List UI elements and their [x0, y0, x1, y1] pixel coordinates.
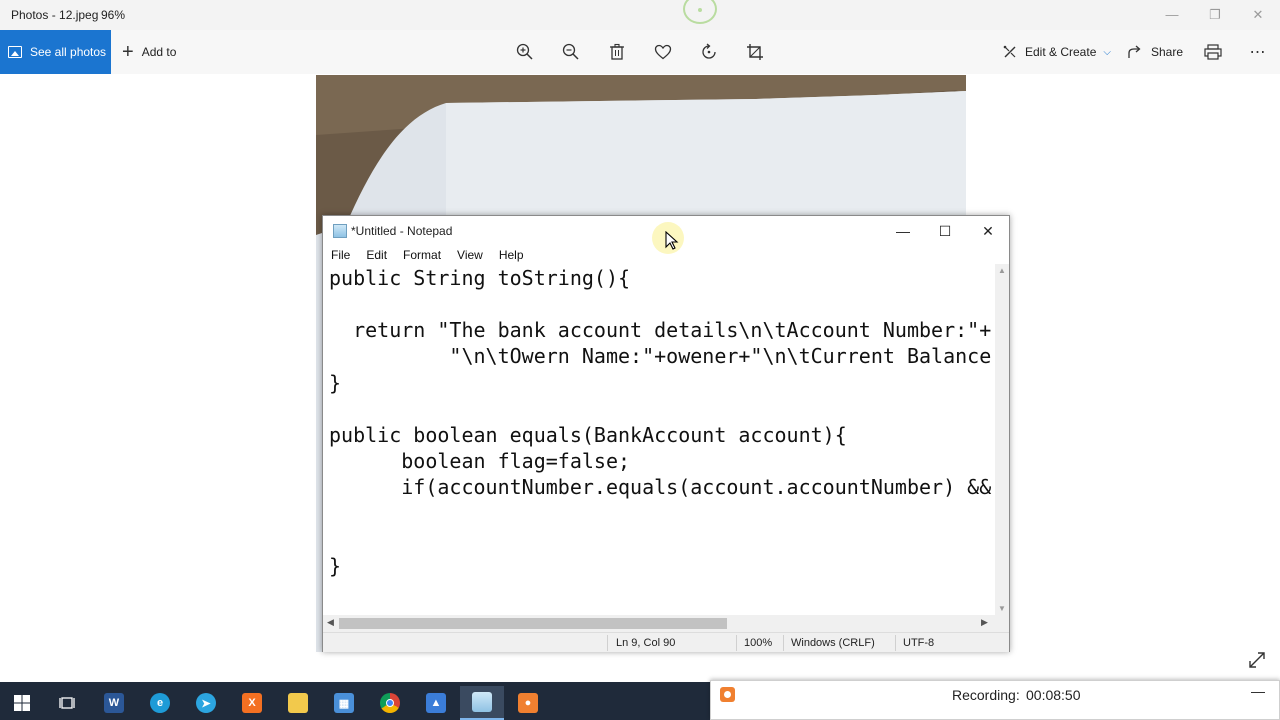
rotate-icon[interactable]: [698, 42, 720, 62]
taskbar-file-explorer[interactable]: [276, 686, 320, 720]
taskbar-notepad[interactable]: [460, 686, 504, 720]
store-icon: ▦: [334, 693, 354, 713]
zoom-out-icon[interactable]: [560, 42, 582, 62]
close-button[interactable]: ✕: [1238, 4, 1278, 26]
edit-create-label: Edit & Create: [1025, 45, 1097, 59]
recording-time: 00:08:50: [1026, 687, 1081, 703]
status-divider: [783, 635, 784, 651]
scroll-corner: [995, 615, 1009, 632]
taskbar-xampp[interactable]: X: [230, 686, 274, 720]
cursor-highlight-icon: [683, 0, 717, 24]
scroll-up-icon[interactable]: ▲: [998, 266, 1006, 275]
scroll-right-icon[interactable]: ▶: [981, 617, 988, 628]
taskbar-photos[interactable]: ▲: [414, 686, 458, 720]
xampp-icon: X: [242, 693, 262, 713]
status-divider: [736, 635, 737, 651]
recording-panel: Recording: 00:08:50 —: [710, 680, 1280, 720]
code-line: if(accountNumber.equals(account.accountN…: [329, 475, 992, 499]
code-line: public boolean equals(BankAccount accoun…: [329, 423, 847, 447]
notepad-minimize-button[interactable]: —: [883, 220, 923, 242]
recording-label: Recording:: [952, 687, 1020, 703]
notepad-icon: [333, 224, 347, 238]
photos-window-title: Photos - 12.jpeg: [11, 8, 99, 22]
share-button[interactable]: Share: [1128, 30, 1183, 74]
menu-edit[interactable]: Edit: [358, 246, 395, 264]
chrome-icon: [380, 693, 400, 713]
menu-format[interactable]: Format: [395, 246, 449, 264]
notepad-title: *Untitled - Notepad: [351, 224, 453, 238]
record-icon: [720, 687, 735, 702]
taskbar-store[interactable]: ▦: [322, 686, 366, 720]
add-to-button[interactable]: + Add to: [122, 30, 176, 74]
vertical-scrollbar[interactable]: ▲ ▼: [995, 264, 1009, 615]
taskbar-recorder[interactable]: ●: [506, 686, 550, 720]
photos-icon: ▲: [426, 693, 446, 713]
chevron-down-icon: ⌵: [1103, 46, 1111, 58]
menu-help[interactable]: Help: [491, 246, 532, 264]
code-line: "\n\tOwern Name:"+owener+"\n\tCurrent Ba…: [329, 344, 992, 368]
line-ending-status: Windows (CRLF): [791, 637, 875, 649]
menu-file[interactable]: File: [323, 246, 358, 264]
taskbar-chrome[interactable]: [368, 686, 412, 720]
code-line: }: [329, 554, 342, 578]
see-all-photos-label: See all photos: [30, 45, 107, 59]
windows-logo-icon: [14, 695, 30, 711]
edge-icon: e: [150, 693, 170, 713]
edit-create-icon: [1003, 45, 1016, 58]
taskbar-telegram[interactable]: ➤: [184, 686, 228, 720]
minimize-button[interactable]: —: [1152, 4, 1192, 26]
horizontal-scroll-thumb[interactable]: [339, 618, 727, 629]
see-all-photos-button[interactable]: See all photos: [0, 30, 111, 74]
word-icon: W: [104, 693, 124, 713]
full-screen-expand-icon[interactable]: [1247, 650, 1267, 670]
favorite-heart-icon[interactable]: [652, 42, 674, 62]
code-line: public String toString(){: [329, 266, 631, 290]
notepad-app-icon: [472, 692, 492, 712]
taskbar-word[interactable]: W: [92, 686, 136, 720]
more-options-icon[interactable]: ⋯: [1247, 42, 1269, 62]
taskbar-edge[interactable]: e: [138, 686, 182, 720]
zoom-status: 100%: [744, 637, 773, 649]
menu-view[interactable]: View: [449, 246, 491, 264]
screen: Photos - 12.jpeg 96% — ❐ ✕ See all photo…: [0, 0, 1280, 720]
restore-button[interactable]: ❐: [1195, 4, 1235, 26]
task-view-button[interactable]: [46, 686, 90, 720]
image-icon: [8, 46, 22, 58]
notepad-text-area[interactable]: public String toString(){ return "The ba…: [323, 264, 995, 615]
photos-titlebar: Photos - 12.jpeg 96% — ❐ ✕: [0, 0, 1280, 30]
photos-toolbar: See all photos + Add to Edit & Create ⌵: [0, 30, 1280, 74]
horizontal-scrollbar[interactable]: ◀ ▶: [323, 615, 995, 632]
share-label: Share: [1151, 45, 1184, 59]
zoom-in-icon[interactable]: [514, 42, 536, 62]
code-line: boolean flag=false;: [329, 449, 631, 473]
share-icon: [1128, 45, 1141, 58]
notepad-close-button[interactable]: ✕: [968, 220, 1008, 242]
scroll-left-icon[interactable]: ◀: [327, 617, 334, 628]
notepad-window: *Untitled - Notepad — ☐ ✕ File Edit Form…: [322, 215, 1010, 652]
print-icon[interactable]: [1202, 42, 1224, 62]
screen-recorder-icon: ●: [518, 693, 538, 713]
telegram-icon: ➤: [196, 693, 216, 713]
folder-icon: [288, 693, 308, 713]
cursor-position: Ln 9, Col 90: [616, 637, 676, 649]
code-line: return "The bank account details\n\tAcco…: [329, 318, 992, 342]
notepad-maximize-button[interactable]: ☐: [925, 220, 965, 242]
status-divider: [895, 635, 896, 651]
scroll-down-icon[interactable]: ▼: [998, 604, 1006, 613]
task-view-icon: [59, 697, 75, 709]
crop-icon[interactable]: [744, 42, 766, 62]
recording-minimize-button[interactable]: —: [1251, 683, 1265, 699]
plus-icon: +: [122, 41, 134, 63]
delete-icon[interactable]: [606, 42, 628, 62]
status-divider: [607, 635, 608, 651]
add-to-label: Add to: [141, 45, 177, 59]
mouse-pointer-icon: [665, 231, 679, 250]
start-button[interactable]: [0, 686, 44, 720]
edit-create-button[interactable]: Edit & Create ⌵: [1002, 30, 1111, 74]
encoding-status: UTF-8: [903, 637, 935, 649]
photos-zoom-level: 96%: [101, 8, 126, 22]
notepad-statusbar: Ln 9, Col 90 100% Windows (CRLF) UTF-8: [323, 632, 1009, 652]
code-line: }: [329, 371, 342, 395]
